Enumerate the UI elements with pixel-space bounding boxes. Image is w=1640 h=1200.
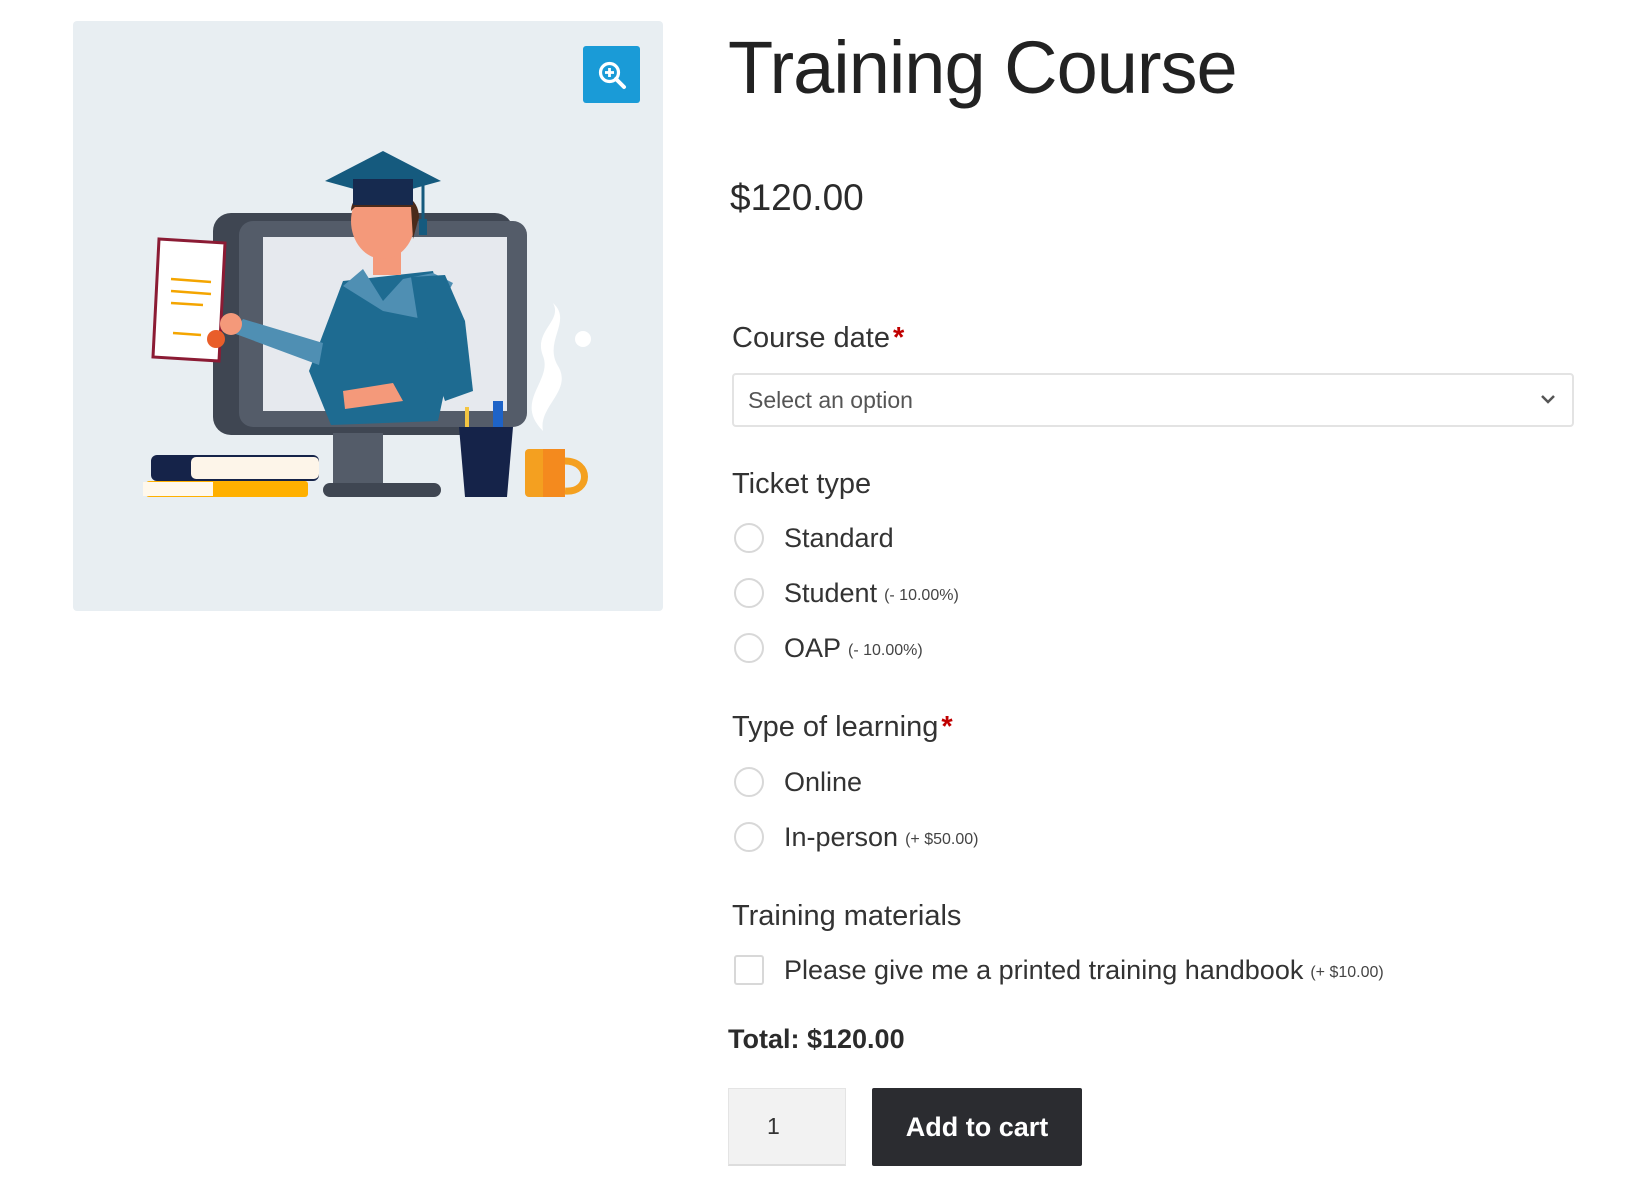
option-label: Student bbox=[784, 577, 878, 608]
ticket-option-oap[interactable]: OAP (- 10.00%) bbox=[734, 630, 923, 666]
price-adjustment: (- 10.00%) bbox=[884, 587, 959, 604]
price-adjustment: (+ $50.00) bbox=[905, 831, 979, 848]
zoom-button[interactable] bbox=[583, 46, 640, 103]
training-materials-label: Training materials bbox=[732, 900, 962, 932]
product-image bbox=[73, 21, 663, 611]
course-date-value: Select an option bbox=[748, 386, 913, 413]
graduate-illustration bbox=[143, 151, 591, 497]
radio-button[interactable] bbox=[734, 523, 764, 553]
required-mark: * bbox=[893, 322, 905, 354]
option-label: Please give me a printed training handbo… bbox=[784, 954, 1304, 985]
option-label: Online bbox=[784, 766, 863, 797]
course-date-label: Course date * bbox=[732, 322, 904, 355]
required-mark: * bbox=[941, 711, 953, 743]
option-label: OAP bbox=[784, 632, 842, 663]
add-to-cart-button[interactable]: Add to cart bbox=[872, 1088, 1082, 1166]
learning-option-in-person[interactable]: In-person (+ $50.00) bbox=[734, 819, 978, 855]
magnifier-plus-icon bbox=[598, 61, 626, 89]
option-label: Standard bbox=[784, 522, 894, 553]
chevron-down-icon bbox=[1541, 395, 1555, 404]
product-title: Training Course bbox=[728, 26, 1238, 109]
radio-button[interactable] bbox=[734, 822, 764, 852]
learning-option-online[interactable]: Online bbox=[734, 764, 862, 800]
learning-type-label: Type of learning * bbox=[732, 711, 953, 744]
handbook-option[interactable]: Please give me a printed training handbo… bbox=[734, 952, 1384, 988]
radio-button[interactable] bbox=[734, 578, 764, 608]
ticket-type-label: Ticket type bbox=[732, 468, 872, 500]
price-adjustment: (+ $10.00) bbox=[1310, 964, 1384, 981]
course-date-label-text: Course date bbox=[732, 322, 890, 354]
order-total: Total: $120.00 bbox=[728, 1024, 905, 1054]
handbook-checkbox[interactable] bbox=[734, 955, 764, 985]
ticket-option-student[interactable]: Student (- 10.00%) bbox=[734, 575, 959, 611]
option-label: In-person bbox=[784, 821, 899, 852]
radio-button[interactable] bbox=[734, 633, 764, 663]
course-date-select[interactable]: Select an option bbox=[732, 373, 1574, 427]
quantity-input[interactable] bbox=[728, 1088, 846, 1166]
radio-button[interactable] bbox=[734, 767, 764, 797]
learning-type-label-text: Type of learning bbox=[732, 711, 939, 743]
ticket-option-standard[interactable]: Standard bbox=[734, 520, 894, 556]
price-adjustment: (- 10.00%) bbox=[848, 642, 923, 659]
product-price: $120.00 bbox=[730, 177, 864, 218]
